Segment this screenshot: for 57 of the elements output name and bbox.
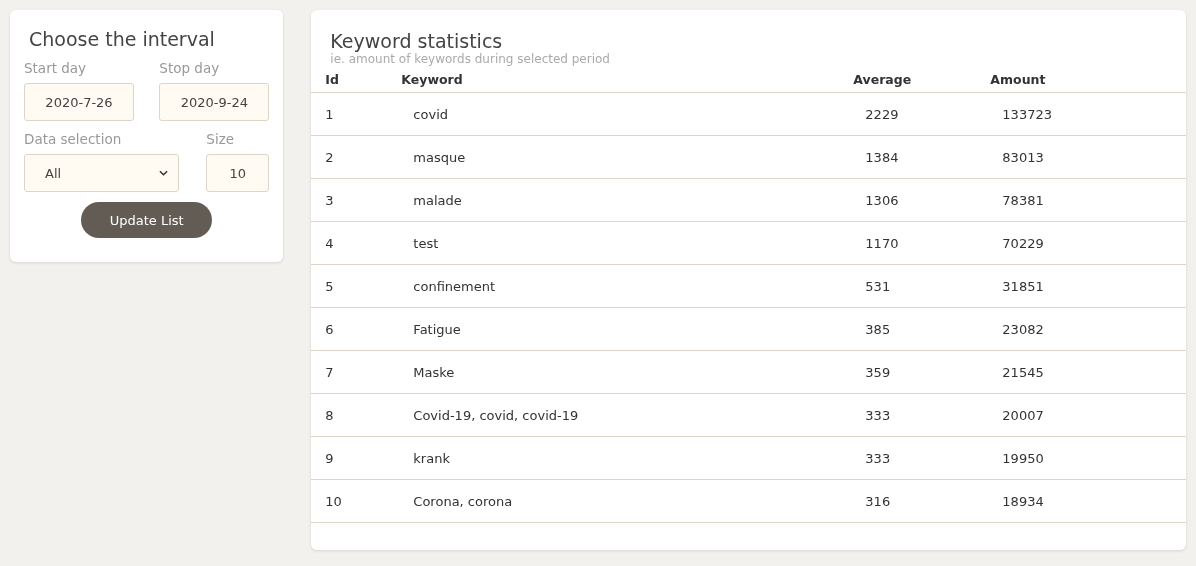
table-cell-text: 23082 <box>1001 321 1045 337</box>
table-cell-text: covid <box>412 106 449 122</box>
table-cell-text: Fatigue <box>412 321 462 337</box>
table-cell-text: 18934 <box>1001 493 1045 509</box>
table-cell-text: 1306 <box>864 192 900 208</box>
dropdown[interactable]: All <box>24 154 179 192</box>
table-cell-text: 19950 <box>1001 450 1045 466</box>
field-label: Data selection <box>24 131 123 147</box>
table-cell-text: 21545 <box>1001 364 1045 380</box>
table-cell-text: 83013 <box>1001 149 1045 165</box>
table-cell-text: 70229 <box>1001 235 1045 251</box>
table-cell-text: 10 <box>324 493 343 509</box>
table-cell-text: 316 <box>864 493 892 509</box>
column-header: Amount <box>990 72 1047 87</box>
field-label: Start day <box>24 60 88 76</box>
table-cell-text: malade <box>412 192 463 208</box>
table-cell-text: masque <box>412 149 467 165</box>
table-cell-text: 2 <box>324 149 335 165</box>
table-cell-text: 4 <box>324 235 335 251</box>
table-cell-text: krank <box>412 450 451 466</box>
table-cell-text: test <box>412 235 440 251</box>
panel-subtitle: ie. amount of keywords during selected period <box>330 52 611 66</box>
column-header: Average <box>853 72 913 87</box>
update-button[interactable]: Update List <box>81 202 213 238</box>
table-cell-text: 6 <box>324 321 335 337</box>
table-cell-text: 31851 <box>1001 278 1045 294</box>
date-field[interactable]: 2020-9-24 <box>159 83 270 121</box>
table-cell-text: 359 <box>864 364 892 380</box>
table-cell-text: 78381 <box>1001 192 1045 208</box>
table-cell-text: 133723 <box>1001 106 1053 122</box>
table-cell-text: 20007 <box>1001 407 1045 423</box>
table-cell-text: confinement <box>412 278 497 294</box>
table-cell-text: 333 <box>864 407 892 423</box>
table-cell-text: 9 <box>324 450 335 466</box>
panel-title: Choose the interval <box>29 28 216 50</box>
table-cell-text: Maske <box>412 364 456 380</box>
date-field[interactable]: 2020-7-26 <box>24 83 134 121</box>
table-cell-text: 8 <box>324 407 335 423</box>
table-cell-text: Corona, corona <box>412 493 514 509</box>
column-header: Id <box>324 72 340 87</box>
field-label: Stop day <box>159 60 221 76</box>
table-cell-text: 1 <box>324 106 335 122</box>
table-cell-text: 5 <box>324 278 335 294</box>
column-header: Keyword <box>401 72 464 87</box>
table-cell-text: 3 <box>324 192 335 208</box>
size-field[interactable]: 10 <box>206 154 270 192</box>
table-cell-text: 1384 <box>864 149 900 165</box>
chevron-down-icon <box>159 170 168 176</box>
table-cell-text: Covid-19, covid, covid-19 <box>412 407 580 423</box>
panel-title: Keyword statistics <box>330 30 503 52</box>
table-cell-text: 385 <box>864 321 892 337</box>
table-cell-text: 1170 <box>864 235 900 251</box>
table-cell-text: 2229 <box>864 106 900 122</box>
table-cell-text: 333 <box>864 450 892 466</box>
table-cell-text: 7 <box>324 364 335 380</box>
field-label: Size <box>206 131 236 147</box>
table-cell-text: 531 <box>864 278 892 294</box>
